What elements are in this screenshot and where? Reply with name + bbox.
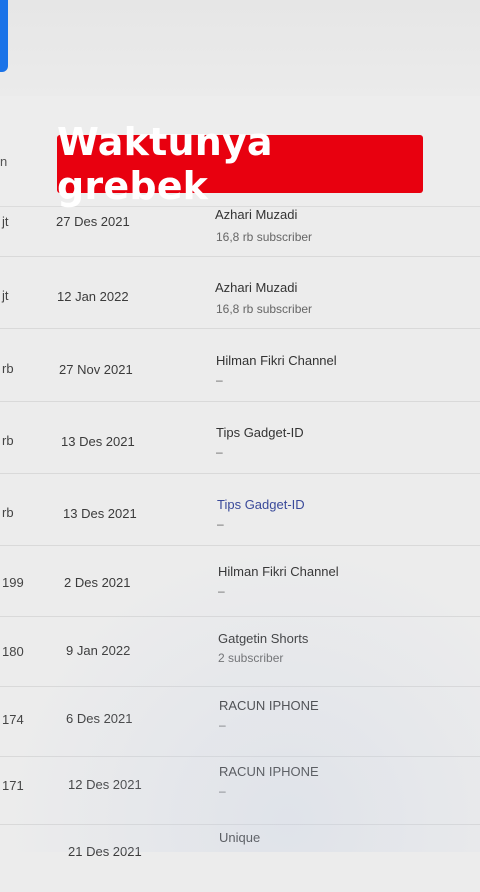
views-cell: 174 — [2, 712, 24, 727]
channel-name[interactable]: Hilman Fikri Channel — [216, 353, 337, 368]
date-cell: 6 Des 2021 — [66, 711, 133, 726]
date-cell: 9 Jan 2022 — [66, 643, 131, 658]
views-cell: 180 — [2, 644, 24, 659]
views-cell: 171 — [2, 778, 24, 793]
table-row[interactable]: rb 27 Nov 2021 Hilman Fikri Channel – — [0, 331, 480, 402]
subscriber-count: 16,8 rb subscriber — [216, 230, 313, 244]
channel-name[interactable]: Hilman Fikri Channel — [218, 564, 339, 579]
channel-name[interactable]: Azhari Muzadi — [215, 280, 297, 295]
views-cell: rb — [2, 433, 14, 448]
date-cell: 12 Jan 2022 — [57, 289, 129, 304]
top-bar — [0, 0, 480, 96]
subscriber-count: – — [216, 373, 223, 387]
date-cell: 27 Des 2021 — [56, 214, 130, 229]
table-row[interactable]: 174 6 Des 2021 RACUN IPHONE – — [0, 686, 480, 757]
table-row[interactable]: 171 12 Des 2021 RACUN IPHONE – — [0, 754, 480, 825]
table-row[interactable]: jt 12 Jan 2022 Azhari Muzadi 16,8 rb sub… — [0, 258, 480, 329]
channel-name[interactable]: Unique — [219, 830, 260, 845]
channel-name[interactable]: RACUN IPHONE — [219, 698, 319, 713]
date-cell: 27 Nov 2021 — [59, 362, 133, 377]
views-cell: rb — [2, 505, 14, 520]
channel-name[interactable]: Tips Gadget-ID — [217, 497, 305, 512]
table-row[interactable]: rb 13 Des 2021 Tips Gadget-ID – — [0, 403, 480, 474]
subscriber-count: – — [219, 784, 226, 798]
date-cell: 13 Des 2021 — [61, 434, 135, 449]
date-cell: 12 Des 2021 — [68, 777, 142, 792]
subscriber-count: 16,8 rb subscriber — [216, 302, 313, 316]
channel-name[interactable]: RACUN IPHONE — [219, 764, 319, 779]
views-cell: rb — [2, 361, 14, 376]
table-row[interactable]: 180 9 Jan 2022 Gatgetin Shorts 2 subscri… — [0, 616, 480, 687]
views-cell: jt — [2, 288, 9, 303]
subscriber-count: – — [219, 718, 226, 732]
blue-tab-button[interactable] — [0, 0, 8, 72]
table-row[interactable]: 199 2 Des 2021 Hilman Fikri Channel – — [0, 546, 480, 617]
table-row[interactable]: 21 Des 2021 Unique — [0, 822, 480, 892]
header-column-fragment: n — [0, 154, 8, 169]
channel-name[interactable]: Gatgetin Shorts — [218, 631, 308, 646]
overlay-banner: Waktunya grebek — [57, 120, 423, 208]
subscriber-count: – — [217, 517, 224, 531]
channel-name[interactable]: Tips Gadget-ID — [216, 425, 304, 440]
date-cell: 2 Des 2021 — [64, 575, 131, 590]
channel-name[interactable]: Azhari Muzadi — [215, 207, 297, 222]
date-cell: 13 Des 2021 — [63, 506, 137, 521]
subscriber-count: 2 subscriber — [218, 651, 284, 665]
views-cell: jt — [2, 214, 9, 229]
table-row[interactable]: rb 13 Des 2021 Tips Gadget-ID – — [0, 475, 480, 546]
subscriber-count: – — [216, 445, 223, 459]
views-cell: 199 — [2, 575, 24, 590]
table-row[interactable]: jt 27 Des 2021 Azhari Muzadi 16,8 rb sub… — [0, 186, 480, 257]
subscriber-count: – — [218, 584, 225, 598]
